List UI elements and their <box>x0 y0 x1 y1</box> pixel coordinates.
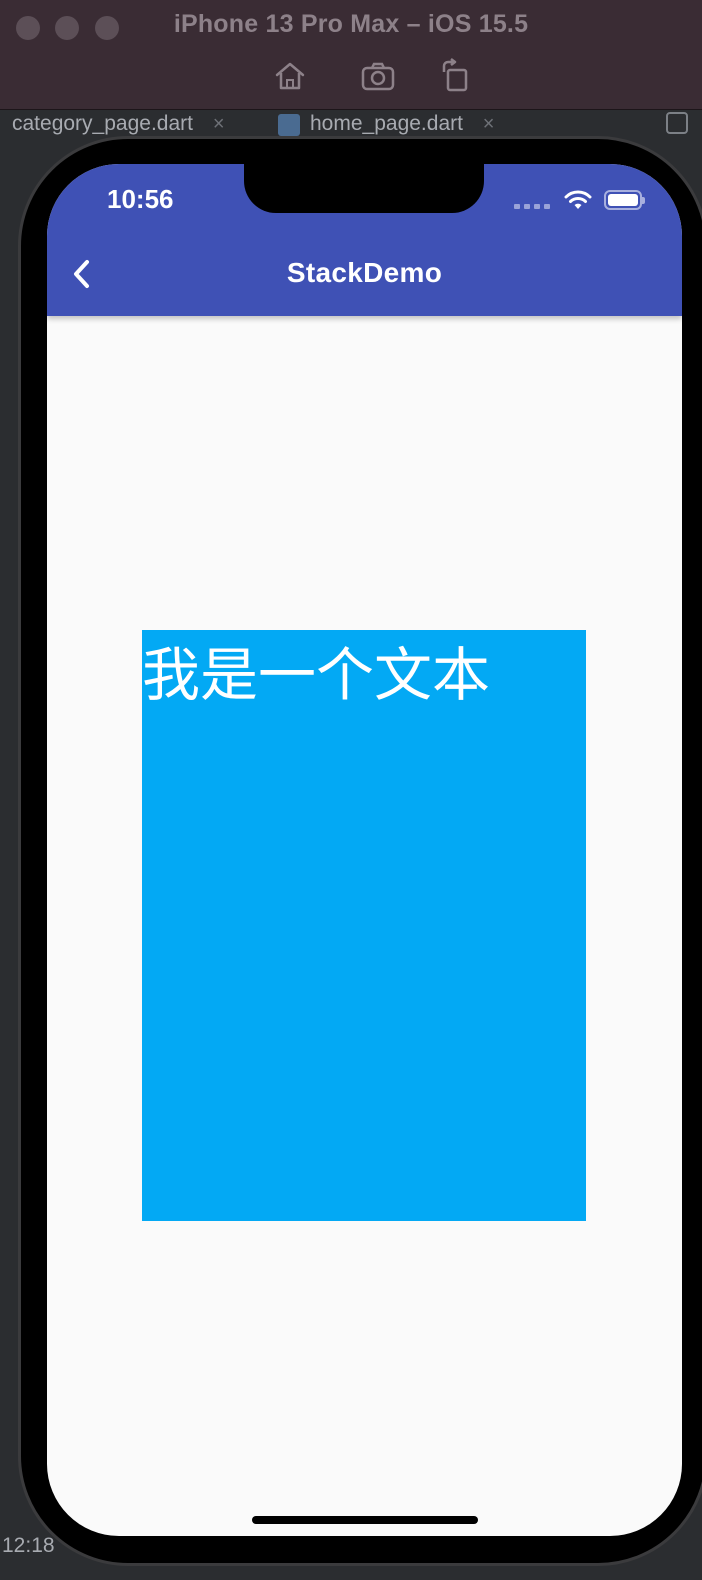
simulator-title: iPhone 13 Pro Max – iOS 15.5 <box>173 10 529 38</box>
home-indicator[interactable] <box>252 1516 478 1524</box>
ide-tab-bar: category_page.dart × home_page.dart × <box>0 110 702 138</box>
battery-icon <box>604 190 645 210</box>
stack-container: 我是一个文本 <box>142 630 586 1221</box>
signal-icon <box>514 203 550 209</box>
home-icon[interactable] <box>272 58 308 94</box>
status-icons <box>514 188 645 212</box>
close-icon[interactable]: × <box>213 110 225 138</box>
camera-icon[interactable] <box>360 58 396 94</box>
ide-tab-home-page[interactable]: home_page.dart × <box>310 110 494 138</box>
ide-tab-category-page[interactable]: category_page.dart × <box>12 110 225 138</box>
ide-gutter <box>0 138 20 1580</box>
simulator-titlebar: iPhone 13 Pro Max – iOS 15.5 <box>0 0 702 110</box>
close-icon[interactable]: × <box>483 110 495 138</box>
rotate-icon[interactable] <box>438 58 474 94</box>
phone-screen: 10:56 StackDemo 我是一个文本 <box>47 164 682 1536</box>
desktop: iPhone 13 Pro Max – iOS 15.5 category_pa… <box>0 0 702 1580</box>
dart-file-icon <box>278 114 300 136</box>
ide-tab-label: category_page.dart <box>12 112 193 135</box>
notch <box>244 164 484 213</box>
page-title: StackDemo <box>286 257 443 288</box>
ide-status-time: 12:18 <box>2 1534 55 1557</box>
ide-tab-label: home_page.dart <box>310 112 463 135</box>
status-time: 10:56 <box>107 184 174 214</box>
device-manager-icon[interactable] <box>666 112 688 134</box>
wifi-icon <box>564 190 592 209</box>
stack-text: 我是一个文本 <box>142 641 491 709</box>
